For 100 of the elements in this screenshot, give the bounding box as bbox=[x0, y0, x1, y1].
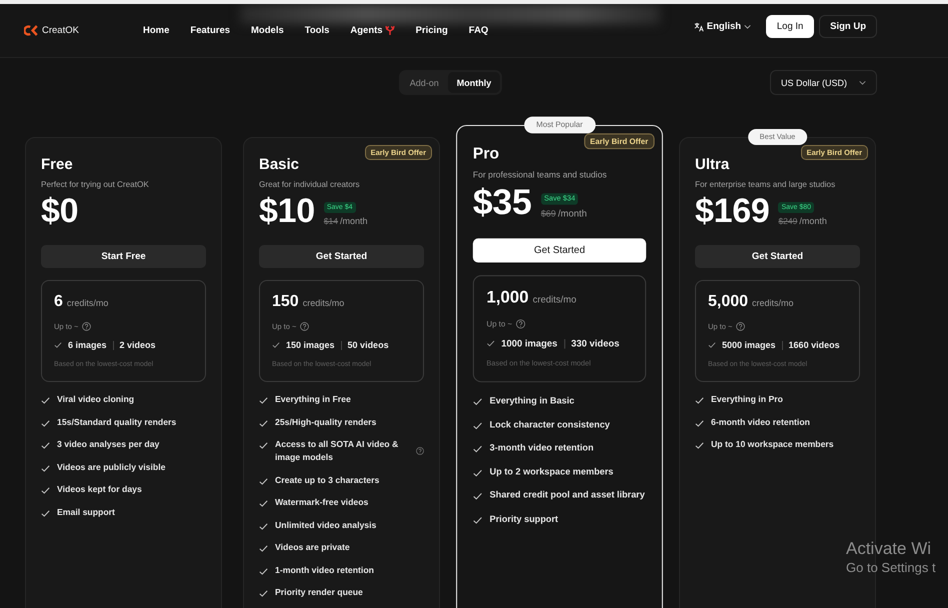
feature-text: Access to all SOTA AI video & image models bbox=[275, 438, 400, 464]
image-count: 5000 images bbox=[722, 340, 776, 350]
nav-link[interactable]: FAQ bbox=[468, 25, 488, 36]
feature-text: Videos are publicly visible bbox=[57, 460, 166, 474]
check-icon bbox=[472, 468, 482, 476]
translate-icon bbox=[694, 22, 704, 32]
check-icon bbox=[259, 478, 268, 484]
feature-text: Unlimited video analysis bbox=[275, 518, 378, 532]
billing-period: /month bbox=[558, 206, 587, 220]
antler-icon bbox=[384, 26, 395, 35]
help-icon[interactable] bbox=[416, 447, 424, 455]
check-icon bbox=[41, 397, 50, 404]
nav-link[interactable]: Pricing bbox=[416, 25, 448, 36]
check-icon bbox=[259, 590, 268, 597]
check-icon bbox=[695, 442, 704, 449]
help-icon[interactable] bbox=[736, 322, 746, 330]
feature-text: 6-month video retention bbox=[711, 416, 811, 428]
check-icon bbox=[259, 522, 268, 530]
help-icon[interactable] bbox=[82, 322, 92, 330]
credits-unit: credits/mo bbox=[302, 297, 344, 310]
plan-price: $10 bbox=[259, 194, 315, 228]
brand-name: CreatOK bbox=[42, 25, 79, 36]
signup-button[interactable]: Sign Up bbox=[819, 15, 877, 38]
check-icon bbox=[41, 420, 50, 426]
feature-text: 1-month video retention bbox=[275, 564, 375, 576]
plan-description: For professional teams and studios bbox=[472, 169, 608, 182]
chevron-down-icon bbox=[859, 80, 866, 84]
feature-text: 3-month video retention bbox=[490, 441, 595, 455]
check-icon bbox=[259, 500, 268, 507]
nav-link[interactable]: Tools bbox=[304, 25, 330, 36]
check-icon bbox=[41, 510, 50, 516]
plan-price: $169 bbox=[695, 194, 770, 228]
feature-text: Viral video cloning bbox=[57, 393, 136, 406]
plan-description: Great for individual creators bbox=[259, 179, 361, 191]
feature-text: Priority support bbox=[490, 512, 560, 526]
credits-unit: credits/mo bbox=[532, 293, 576, 307]
feature-text: 3 video analyses per day bbox=[57, 438, 160, 451]
feature-text: 15s/Standard quality renders bbox=[57, 416, 178, 428]
check-icon bbox=[695, 397, 704, 404]
feature-text: Priority render queue bbox=[275, 586, 364, 599]
old-price: $69 bbox=[540, 206, 556, 220]
credits-amount: 6 bbox=[54, 292, 63, 312]
feature-text: 25s/High-quality renders bbox=[275, 416, 378, 428]
activation-notice-title: Activate Wi bbox=[846, 538, 932, 559]
billing-period: /month bbox=[340, 215, 368, 227]
check-icon bbox=[41, 464, 50, 472]
plan-name: Free bbox=[41, 155, 74, 175]
nav-link[interactable]: Home bbox=[143, 25, 170, 36]
check-icon bbox=[272, 342, 280, 348]
activation-notice-text: Go to Settings t bbox=[846, 559, 936, 577]
old-price: $14 bbox=[324, 215, 338, 227]
plan-price: $0 bbox=[41, 194, 78, 228]
credits-amount: 150 bbox=[272, 292, 299, 312]
check-icon bbox=[259, 545, 268, 552]
video-count: 50 videos bbox=[348, 340, 389, 350]
feature-text: Create up to 3 characters bbox=[275, 474, 380, 486]
check-icon bbox=[41, 442, 50, 449]
check-icon bbox=[472, 492, 482, 500]
currency-dropdown[interactable]: US Dollar (USD) bbox=[770, 70, 877, 95]
image-count: 150 images bbox=[286, 340, 335, 350]
credits-unit: credits/mo bbox=[66, 297, 108, 310]
feature-text: Everything in Free bbox=[275, 393, 352, 406]
feature-text: Email support bbox=[57, 506, 116, 518]
login-button[interactable]: Log In bbox=[766, 15, 814, 38]
feature-text: Everything in Basic bbox=[490, 394, 576, 408]
billing-option[interactable]: Monthly bbox=[448, 72, 500, 93]
plan-button[interactable]: Get Started bbox=[259, 245, 424, 268]
check-icon bbox=[695, 420, 704, 426]
feature-text: Videos are private bbox=[275, 541, 351, 554]
plan-name: Pro bbox=[472, 144, 500, 165]
plan-name: Basic bbox=[259, 155, 300, 175]
help-icon[interactable] bbox=[300, 322, 310, 330]
check-icon bbox=[54, 342, 62, 348]
video-count: 2 videos bbox=[120, 340, 156, 350]
check-icon bbox=[486, 340, 495, 347]
check-icon bbox=[708, 342, 716, 348]
plan-description: For enterprise teams and large studios bbox=[695, 179, 836, 191]
help-icon[interactable] bbox=[516, 318, 526, 328]
chevron-down-icon bbox=[744, 24, 752, 28]
feature-text: Videos kept for days bbox=[57, 483, 143, 496]
plan-description: Perfect for trying out CreatOK bbox=[41, 179, 150, 191]
plan-button[interactable]: Start Free bbox=[41, 245, 206, 268]
check-icon bbox=[259, 442, 268, 449]
credits-unit: credits/mo bbox=[752, 297, 794, 310]
check-icon bbox=[472, 398, 482, 406]
check-icon bbox=[259, 397, 268, 404]
check-icon bbox=[259, 568, 268, 574]
plan-button[interactable]: Get Started bbox=[695, 245, 860, 268]
feature-text: Shared credit pool and asset library bbox=[490, 488, 646, 502]
nav-link[interactable]: Features bbox=[190, 25, 230, 36]
plan-button[interactable]: Get Started bbox=[472, 238, 646, 263]
feature-text: Up to 2 workspace members bbox=[490, 464, 614, 478]
plan-price: $35 bbox=[472, 184, 532, 221]
check-icon bbox=[259, 420, 268, 426]
nav-link[interactable]: Agents bbox=[350, 25, 395, 36]
logo-icon bbox=[24, 25, 38, 36]
billing-option[interactable]: Add-on bbox=[400, 72, 448, 93]
language-selector[interactable]: English bbox=[694, 21, 752, 32]
video-count: 1660 videos bbox=[788, 340, 840, 350]
nav-link[interactable]: Models bbox=[251, 25, 284, 36]
